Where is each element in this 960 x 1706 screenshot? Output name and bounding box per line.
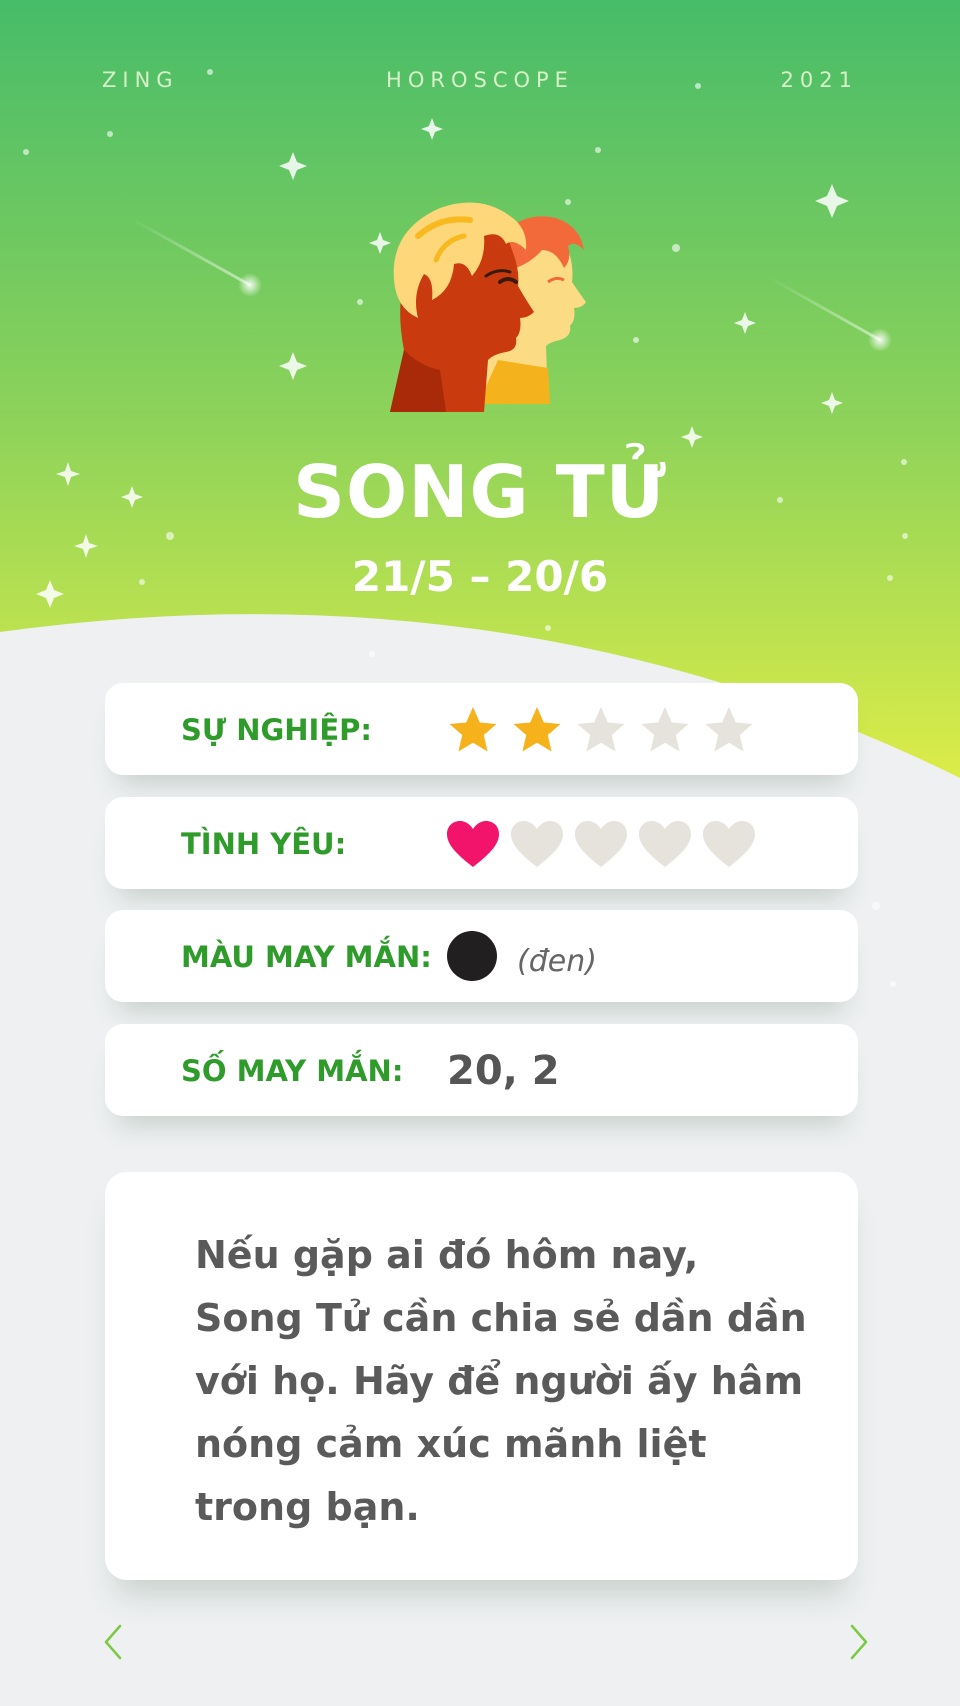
lucky-color-swatch (447, 931, 497, 981)
horoscope-page: ZING HOROSCOPE 2021 SONG TỬ 21/5 – 20/6 … (0, 0, 960, 1706)
love-label: TÌNH YÊU: (181, 827, 347, 861)
heart-icon (511, 821, 563, 867)
star-icon (449, 707, 497, 752)
sign-name: SONG TỬ (293, 450, 667, 534)
lucky-number-label: SỐ MAY MẮN: (181, 1054, 404, 1088)
star-icon (641, 707, 689, 752)
lucky-number-card: SỐ MAY MẮN: 20, 2 (105, 1024, 858, 1116)
star-icon (705, 707, 753, 752)
horoscope-description: Nếu gặp ai đó hôm nay, Song Tử cần chia … (195, 1233, 807, 1529)
lucky-color-label: MÀU MAY MẮN: (181, 940, 432, 974)
chevron-left-icon[interactable] (100, 1622, 140, 1662)
year-label: 2021 (780, 68, 858, 92)
career-rating (445, 703, 757, 759)
heart-icon (703, 821, 755, 867)
love-rating (445, 817, 757, 873)
star-icon (577, 707, 625, 752)
heart-icon (575, 821, 627, 867)
heart-icon (447, 821, 499, 867)
lucky-color-card: MÀU MAY MẮN: (đen) (105, 910, 858, 1002)
love-card: TÌNH YÊU: (105, 797, 858, 889)
sign-dates: 21/5 – 20/6 (351, 552, 609, 601)
heart-icon (639, 821, 691, 867)
horoscope-description-card: Nếu gặp ai đó hôm nay, Song Tử cần chia … (105, 1172, 858, 1580)
top-bar: ZING HOROSCOPE 2021 (0, 68, 960, 98)
career-card: SỰ NGHIỆP: (105, 683, 858, 775)
chevron-right-icon[interactable] (832, 1622, 872, 1662)
lucky-number-value: 20, 2 (447, 1048, 560, 1094)
lucky-color-name: (đen) (517, 944, 597, 979)
career-label: SỰ NGHIỆP: (181, 713, 373, 747)
gemini-twins-icon (390, 202, 586, 412)
star-icon (513, 707, 561, 752)
